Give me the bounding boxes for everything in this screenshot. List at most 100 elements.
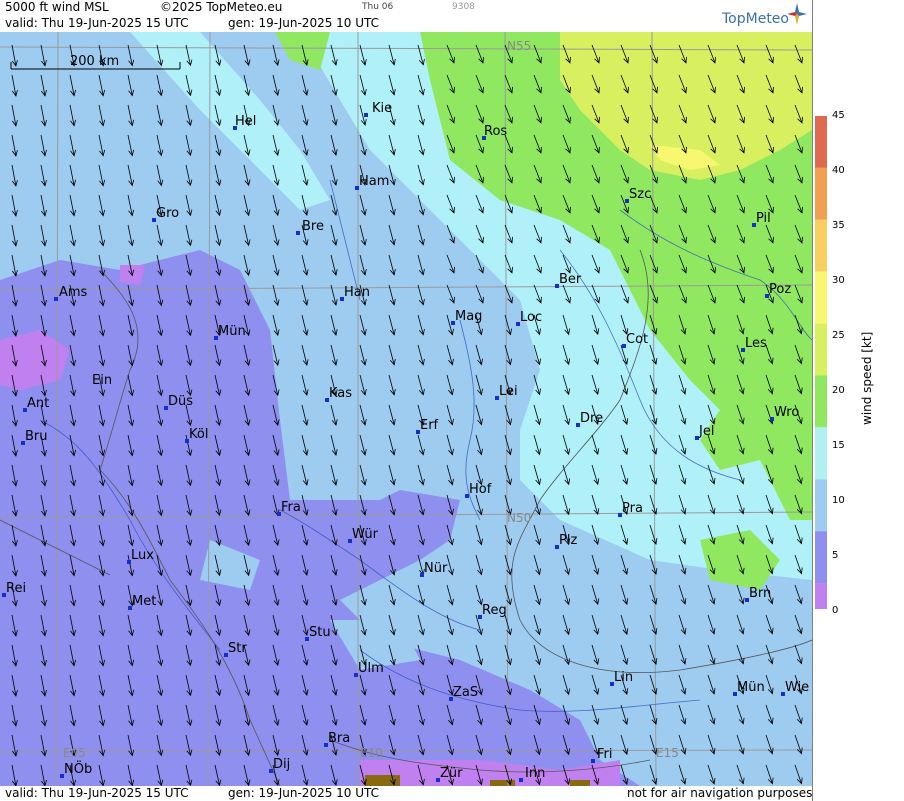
city-pra: Pra [618,501,643,517]
legend-tick-label: 20 [832,385,845,396]
city-marker [296,231,300,235]
city-ham: Ham [355,174,389,190]
legend-tick-label: 25 [832,330,845,341]
legend-tick-label: 15 [832,440,845,451]
city-label: ZaS [453,685,478,700]
legend-axis-label: wind speed [kt] [860,331,874,425]
city-label: Fri [597,747,613,762]
map-header: 5000 ft wind MSL ©2025 TopMeteo.eu Thu 0… [0,0,812,32]
city-label: Rei [6,581,26,596]
city-label: Ham [359,174,389,189]
city-lux: Lux [127,548,154,564]
wind-map[interactable]: N55 N50 E05 E10 E15 200 km Kie Hel Ros Ham S… [0,32,812,786]
legend-tick-label: 5 [832,550,839,561]
city-mün: Mün [214,324,246,340]
wind-speed-legend [812,0,904,801]
city-han: Han [340,285,370,301]
city-ams: Ams [54,285,88,301]
legend-tick-label: 10 [832,495,845,506]
city-lei: Lei [495,384,518,400]
city-label: Pil [756,211,771,226]
city-label: Bre [302,219,324,234]
city-label: Lin [614,670,633,685]
city-label: Gro [156,206,179,221]
city-köl: Köl [185,427,208,443]
city-stu: Stu [305,625,331,641]
grid-label-n55: N55 [507,39,531,53]
generated-time: gen: 19-Jun-2025 10 UTC [228,16,380,30]
city-ein: Ein [92,373,112,388]
city-label: Kie [372,101,392,116]
city-label: Cot [626,332,648,347]
city-hof: Hof [465,482,492,498]
city-label: Han [344,285,370,300]
topmeteo-logo: TopMeteo [722,11,789,27]
city-zür: Zür [436,766,463,782]
city-marker [54,297,58,301]
city-label: Erf [420,418,439,433]
city-label: Jel [698,424,714,439]
city-bra: Bra [324,731,350,747]
city-label: Pra [622,501,643,516]
run-code: 9308 [452,2,475,12]
city-les: Les [741,336,767,352]
city-gro: Gro [152,206,179,222]
city-label: Loc [520,310,542,325]
city-label: Dij [273,757,290,772]
city-label: Dre [580,411,603,426]
city-zas: ZaS [449,685,478,701]
city-wür: Wür [348,527,379,543]
grid-label-n50: N50 [507,511,531,525]
footer-generated-time: gen: 19-Jun-2025 10 UTC [228,786,380,800]
city-str: Str [224,641,247,657]
city-ros: Ros [482,124,507,140]
city-label: NÖb [64,760,92,777]
legend-color-swatch [815,167,827,220]
legend-tick-label: 0 [832,605,839,616]
city-label: Fra [281,500,301,515]
legend-color-swatch [815,271,827,324]
city-nür: Nür [420,561,448,577]
city-ant: Ant [23,396,49,412]
city-label: Hof [469,482,492,497]
footer-valid-time: valid: Thu 19-Jun-2025 15 UTC [5,786,189,800]
city-label: Ams [59,285,88,300]
city-label: Mün [737,680,765,695]
city-nöb: NÖb [60,760,92,778]
city-loc: Loc [516,310,542,326]
legend-color-swatch [815,375,827,428]
city-label: Lux [131,548,154,563]
city-cot: Cot [622,332,648,348]
city-label: Bra [328,731,350,746]
city-hel: Hel [233,114,256,130]
city-label: Wro [774,405,799,420]
city-label: Poz [769,282,791,297]
city-marker [519,778,523,782]
legend-color-swatch [815,583,827,609]
legend-tick-label: 30 [832,275,845,286]
city-erf: Erf [416,418,439,434]
legend-color-swatch [815,479,827,532]
city-label: Str [228,641,247,656]
legend-color-swatch [815,427,827,480]
city-label: Stu [309,625,331,640]
city-met: Met [128,594,156,610]
city-label: Ulm [358,661,384,676]
city-wro: Wro [770,405,799,421]
grid-label-e15: E15 [656,746,679,760]
city-dij: Dij [269,757,290,773]
color-scale [812,0,827,801]
city-label: Hel [235,114,256,129]
city-label: Lei [499,384,518,399]
city-label: Ant [27,396,49,411]
city-fra: Fra [277,500,301,516]
city-marker [364,113,368,117]
city-dre: Dre [576,411,603,427]
city-wie: Wie [781,680,809,696]
city-rei: Rei [2,581,26,597]
legend-color-swatch [815,116,827,168]
city-label: Nür [424,561,448,576]
city-label: Szc [629,187,651,202]
grid-label-e05: E05 [63,746,86,760]
valid-time: valid: Thu 19-Jun-2025 15 UTC [5,16,189,30]
